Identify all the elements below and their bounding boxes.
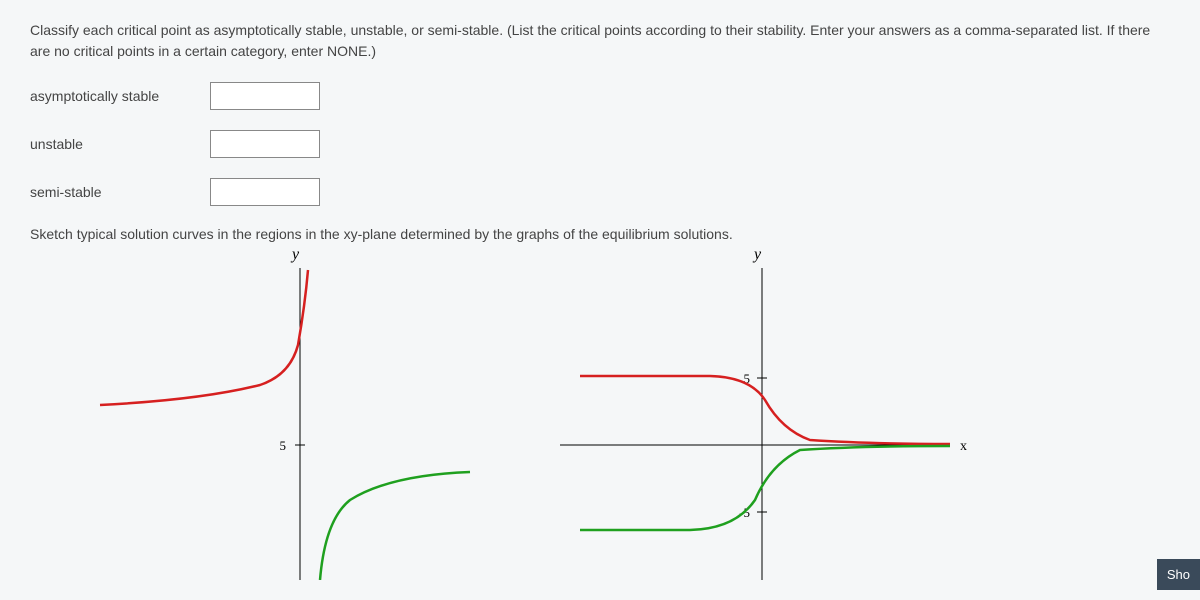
input-unstable[interactable] — [210, 130, 320, 158]
instruction-text: Classify each critical point as asymptot… — [30, 20, 1170, 62]
label-semi-stable: semi-stable — [30, 184, 210, 200]
tick-5-left: 5 — [280, 438, 287, 453]
label-unstable: unstable — [30, 136, 210, 152]
chart-right: y x 5 -5 — [550, 250, 1010, 580]
label-asymptotically-stable: asymptotically stable — [30, 88, 210, 104]
chart-left: y 5 — [30, 250, 490, 580]
sketch-instruction: Sketch typical solution curves in the re… — [30, 226, 1170, 242]
y-axis-label-left: y — [292, 246, 299, 264]
charts-container: y 5 y x 5 -5 — [30, 250, 1170, 580]
input-asymptotically-stable[interactable] — [210, 82, 320, 110]
input-semi-stable[interactable] — [210, 178, 320, 206]
row-unstable: unstable — [30, 130, 1170, 158]
row-semi-stable: semi-stable — [30, 178, 1170, 206]
x-axis-label-right: x — [960, 439, 967, 454]
show-button[interactable]: Sho — [1157, 559, 1200, 590]
y-axis-label-right: y — [754, 246, 761, 264]
row-asymptotically-stable: asymptotically stable — [30, 82, 1170, 110]
